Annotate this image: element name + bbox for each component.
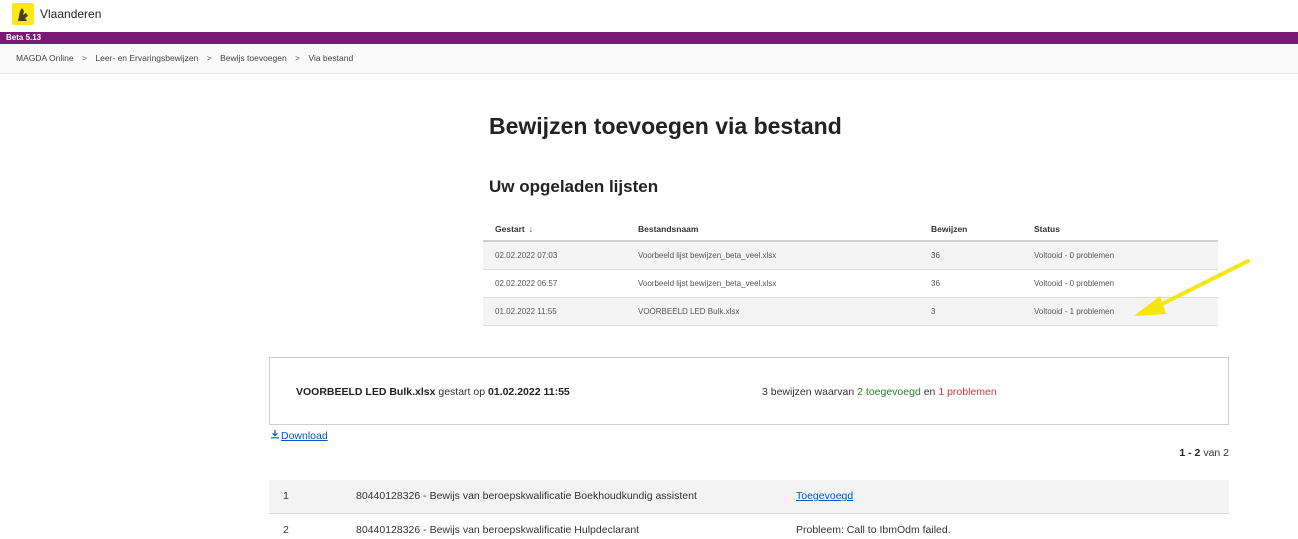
brand-name[interactable]: Vlaanderen	[40, 7, 101, 21]
summary-added-count: 2 toegevoegd	[857, 386, 921, 398]
beta-version-label: Beta 5.13	[6, 33, 42, 42]
breadcrumb: MAGDA Online > Leer- en Ervaringsbewijze…	[0, 44, 1298, 74]
summary-file-info: VOORBEELD LED Bulk.xlsx gestart op 01.02…	[296, 386, 570, 398]
cell-bewijzen: 36	[919, 269, 1022, 298]
result-description: 80440128326 - Bewijs van beroepskwalific…	[356, 513, 796, 539]
cell-bewijzen: 3	[919, 297, 1022, 326]
download-icon	[271, 430, 279, 439]
vlaanderen-lion-logo-icon[interactable]	[12, 3, 34, 25]
table-row[interactable]: 02.02.2022 06:57 Voorbeeld lijst bewijze…	[483, 269, 1218, 298]
uploads-table: Gestart ↓ Bestandsnaam Bewijzen Status 02…	[483, 217, 1218, 326]
pagination-range: 1 - 2	[1179, 447, 1201, 459]
page-title: Bewijzen toevoegen via bestand	[489, 113, 842, 139]
breadcrumb-separator-icon: >	[206, 53, 212, 63]
column-header-gestart[interactable]: Gestart ↓	[483, 217, 626, 242]
status-link-toegevoegd[interactable]: Toegevoegd	[796, 490, 853, 502]
cell-gestart: 02.02.2022 07:03	[483, 241, 626, 270]
cell-bestandsnaam: Voorbeeld lijst bewijzen_beta_veel.xlsx	[626, 269, 919, 298]
section-title: Uw opgeladen lijsten	[489, 177, 659, 196]
column-header-label: Gestart	[495, 223, 525, 234]
summary-and-text: en	[923, 386, 936, 398]
column-header-bestandsnaam: Bestandsnaam	[626, 217, 919, 242]
breadcrumb-separator-icon: >	[295, 53, 301, 63]
arrow-icon	[1134, 259, 1250, 316]
sort-down-icon[interactable]: ↓	[529, 224, 533, 234]
summary-problems-count: 1 problemen	[938, 386, 997, 398]
table-row[interactable]: 01.02.2022 11:55 VOORBEELD LED Bulk.xlsx…	[483, 297, 1218, 326]
top-header: Vlaanderen	[0, 0, 1298, 32]
pagination-total: van 2	[1203, 447, 1229, 459]
breadcrumb-item-leer-en-ervaringsbewijzen[interactable]: Leer- en Ervaringsbewijzen	[95, 53, 198, 63]
cell-gestart: 01.02.2022 11:55	[483, 297, 626, 326]
cell-gestart: 02.02.2022 06:57	[483, 269, 626, 298]
breadcrumb-separator-icon: >	[82, 53, 87, 63]
beta-bar: Beta 5.13	[0, 32, 1298, 44]
result-number: 2	[269, 513, 356, 539]
cell-bewijzen: 36	[919, 241, 1022, 270]
download-link[interactable]: Download	[270, 429, 328, 442]
column-header-bewijzen: Bewijzen	[919, 217, 1022, 242]
result-error-message: Probleem: Call to IbmOdm failed.	[796, 513, 1229, 539]
summary-filename: VOORBEELD LED Bulk.xlsx	[296, 386, 436, 398]
cell-bestandsnaam: Voorbeeld lijst bewijzen_beta_veel.xlsx	[626, 241, 919, 270]
download-label: Download	[281, 430, 328, 442]
cell-bestandsnaam: VOORBEELD LED Bulk.xlsx	[626, 297, 919, 326]
table-row[interactable]: 02.02.2022 07:03 Voorbeeld lijst bewijze…	[483, 241, 1218, 270]
table-row: 2 80440128326 - Bewijs van beroepskwalif…	[269, 513, 1229, 539]
table-row: 1 80440128326 - Bewijs van beroepskwalif…	[269, 480, 1229, 514]
summary-started-text: gestart op	[438, 386, 486, 398]
pagination-info: 1 - 2 van 2	[1179, 447, 1229, 459]
result-status-cell: Toegevoegd	[796, 480, 1229, 514]
results-table: 1 80440128326 - Bewijs van beroepskwalif…	[269, 480, 1229, 539]
result-number: 1	[269, 480, 356, 514]
breadcrumb-item-bewijs-toevoegen[interactable]: Bewijs toevoegen	[220, 53, 287, 63]
breadcrumb-item-via-bestand: Via bestand	[308, 53, 354, 63]
summary-started-at: 01.02.2022 11:55	[488, 386, 570, 398]
result-description: 80440128326 - Bewijs van beroepskwalific…	[356, 480, 796, 514]
summary-result-counts: 3 bewijzen waarvan 2 toegevoegd en 1 pro…	[762, 386, 997, 398]
breadcrumb-item-magda-online[interactable]: MAGDA Online	[16, 53, 74, 63]
uploads-table-header-row: Gestart ↓ Bestandsnaam Bewijzen Status	[483, 217, 1218, 242]
column-header-status: Status	[1022, 217, 1218, 242]
summary-count-text: 3 bewijzen waarvan	[762, 386, 855, 398]
upload-summary-card: VOORBEELD LED Bulk.xlsx gestart op 01.02…	[269, 357, 1229, 425]
